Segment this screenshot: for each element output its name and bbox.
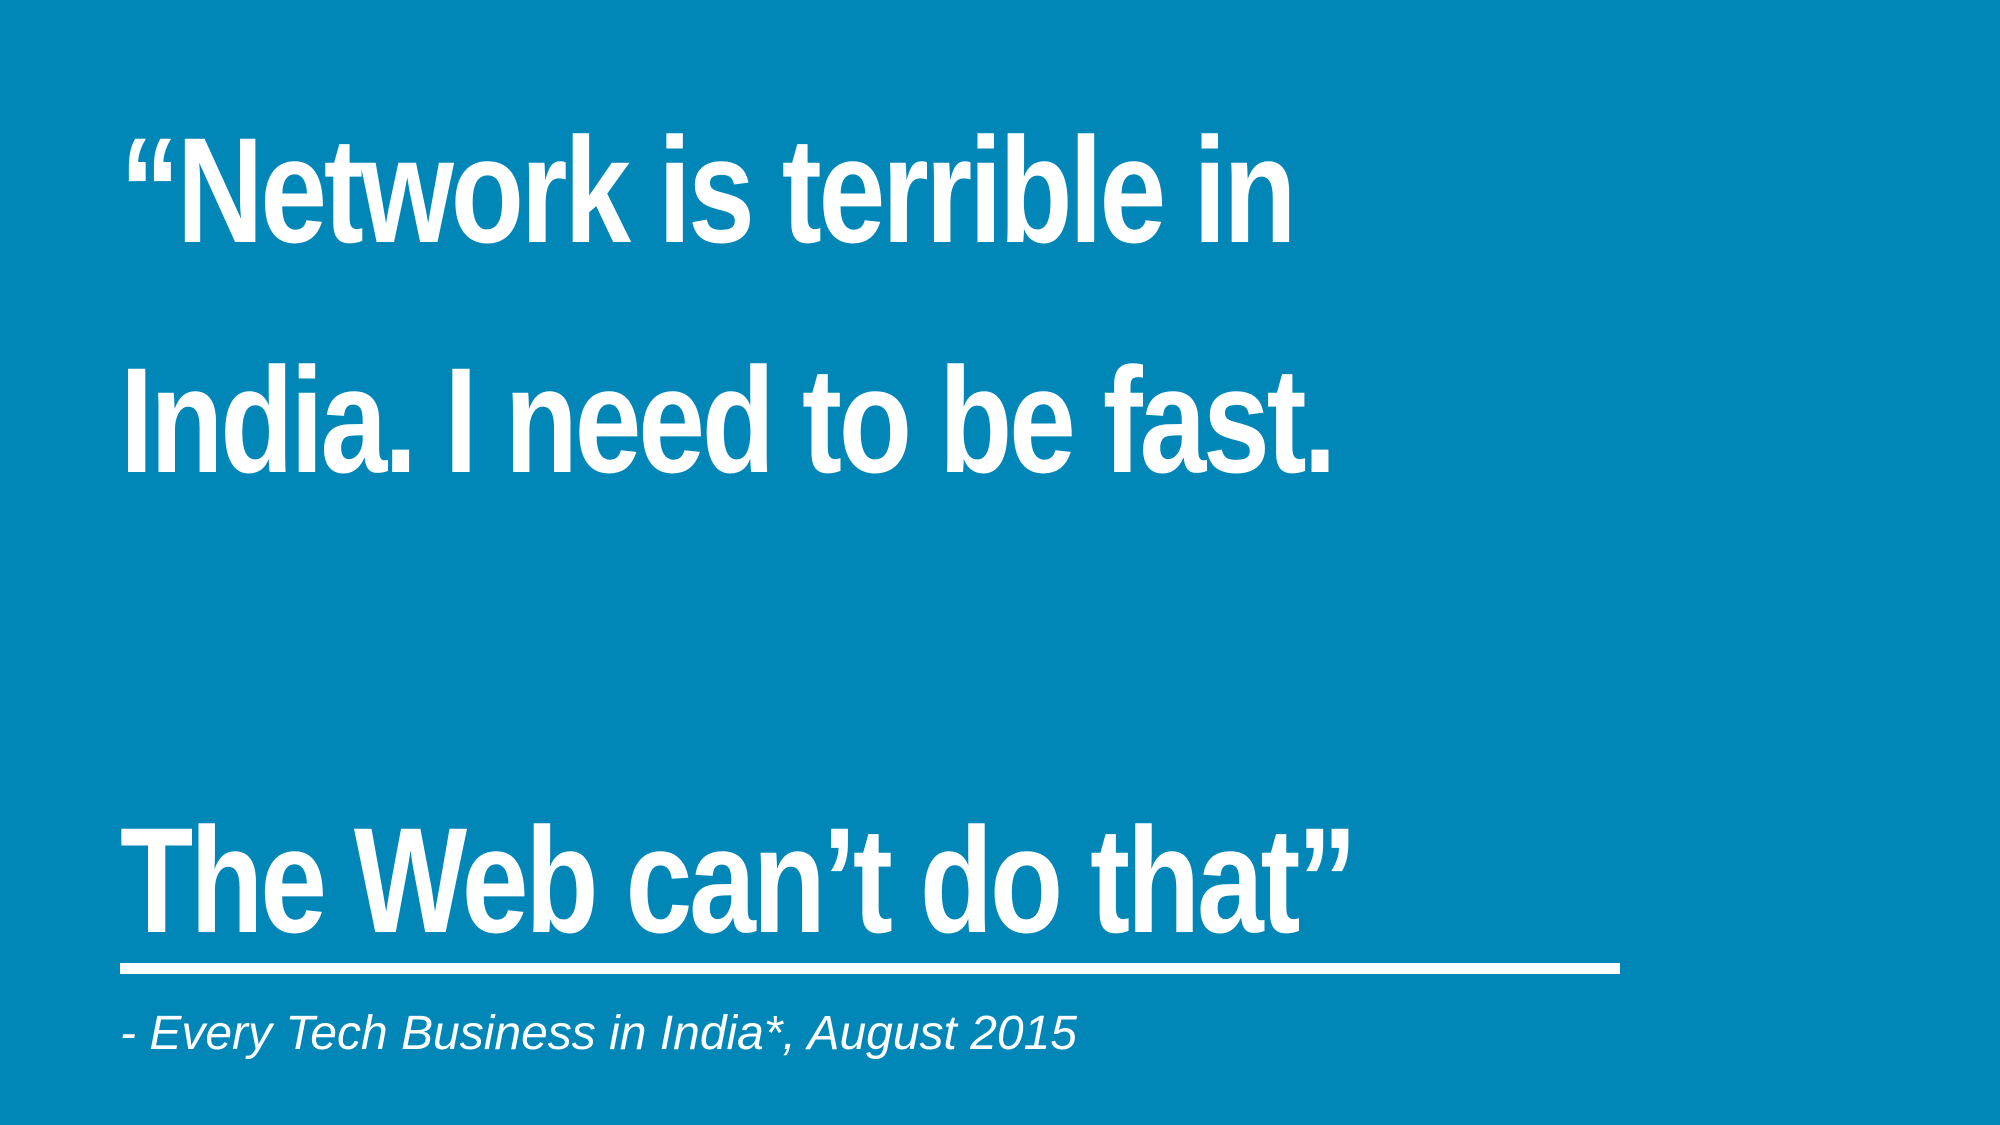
- quote-line-3: The Web can’t do that”: [120, 805, 1357, 955]
- quote-line-2: India. I need to be fast.: [120, 336, 1337, 504]
- quote-underline: [120, 963, 1620, 974]
- quote-underlined-text: The Web can’t do that: [120, 796, 1300, 964]
- quote-line-1: “Network is terrible in: [120, 106, 1297, 274]
- slide: “Network is terrible in India. I need to…: [0, 0, 2000, 1125]
- closing-quote-mark: ”: [1297, 796, 1357, 964]
- attribution-text: - Every Tech Business in India*, August …: [120, 1007, 1077, 1060]
